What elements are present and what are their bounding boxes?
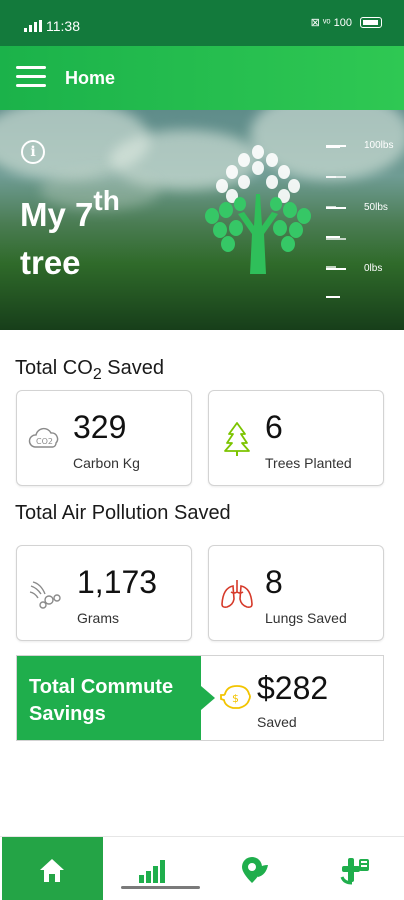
co2-title-prefix: Total CO bbox=[15, 357, 93, 379]
scale-label-100: 100lbs bbox=[364, 140, 394, 151]
page-title: Home bbox=[65, 68, 116, 88]
hero-title-line2: tree bbox=[20, 244, 81, 281]
trees-value: 6 bbox=[265, 409, 283, 445]
svg-text:CO2: CO2 bbox=[36, 437, 53, 446]
co2-section-title: Total CO2 Saved bbox=[15, 357, 164, 384]
exhaust-icon bbox=[29, 581, 61, 609]
carbon-value: 329 bbox=[73, 409, 127, 445]
pollution-section-title: Total Air Pollution Saved bbox=[15, 502, 231, 524]
scale-label-0: 0lbs bbox=[364, 263, 383, 274]
commute-label: Saved bbox=[257, 714, 297, 730]
status-right-text: ⊠ ᵛᵒ 100 bbox=[310, 17, 352, 29]
trees-label: Trees Planted bbox=[265, 455, 352, 471]
commute-value: $282 bbox=[257, 670, 329, 706]
grams-value: 1,173 bbox=[77, 564, 158, 600]
bar-chart-icon bbox=[139, 860, 165, 883]
app-bar: Home bbox=[0, 46, 404, 110]
trees-card[interactable]: 6 Trees Planted bbox=[208, 390, 384, 486]
status-time: 11:38 bbox=[46, 18, 80, 34]
hero-title-prefix: My 7 bbox=[20, 196, 94, 233]
grams-label: Grams bbox=[77, 610, 119, 626]
co2-cloud-icon: CO2 bbox=[28, 427, 59, 448]
map-pin-leaf-icon bbox=[242, 857, 268, 883]
nav-route[interactable] bbox=[305, 837, 404, 900]
lungs-icon bbox=[221, 580, 253, 608]
co2-title-suffix: Saved bbox=[101, 357, 164, 379]
status-bar: 11:38 ⊠ ᵛᵒ 100 bbox=[0, 0, 404, 46]
hero-title-suffix: th bbox=[93, 185, 120, 216]
hamburger-menu-icon[interactable] bbox=[16, 66, 46, 90]
lungs-value: 8 bbox=[265, 564, 283, 600]
svg-text:$: $ bbox=[232, 692, 239, 705]
grams-card[interactable]: 1,173 Grams bbox=[16, 545, 192, 641]
hero-banner: i My 7th tree 100lbs 50lbs 0lbs bbox=[0, 110, 404, 330]
scale-label-50: 50lbs bbox=[364, 202, 388, 213]
carbon-card[interactable]: CO2 329 Carbon Kg bbox=[16, 390, 192, 486]
bottom-nav bbox=[0, 836, 404, 900]
pine-tree-icon bbox=[224, 422, 250, 456]
home-icon bbox=[40, 859, 64, 882]
hero-title: My 7th tree bbox=[20, 185, 120, 286]
lungs-label: Lungs Saved bbox=[265, 610, 347, 626]
piggy-bank-icon: $ bbox=[220, 685, 251, 709]
commute-title: Total Commute Savings bbox=[17, 656, 201, 740]
co2-title-sub: 2 bbox=[92, 366, 102, 383]
battery-icon bbox=[360, 17, 382, 28]
status-icons: ⊠ ᵛᵒ 100 bbox=[311, 16, 382, 29]
info-icon[interactable]: i bbox=[21, 140, 45, 164]
carbon-label: Carbon Kg bbox=[73, 455, 140, 471]
nav-stats[interactable] bbox=[103, 837, 204, 900]
tree-progress-icon bbox=[205, 145, 311, 274]
nav-home[interactable] bbox=[2, 837, 103, 900]
nav-map[interactable] bbox=[204, 837, 305, 900]
signal-icon bbox=[24, 20, 42, 32]
lungs-card[interactable]: 8 Lungs Saved bbox=[208, 545, 384, 641]
commute-savings-card[interactable]: Total Commute Savings $ $282 Saved bbox=[16, 655, 384, 741]
route-icon bbox=[340, 858, 369, 885]
